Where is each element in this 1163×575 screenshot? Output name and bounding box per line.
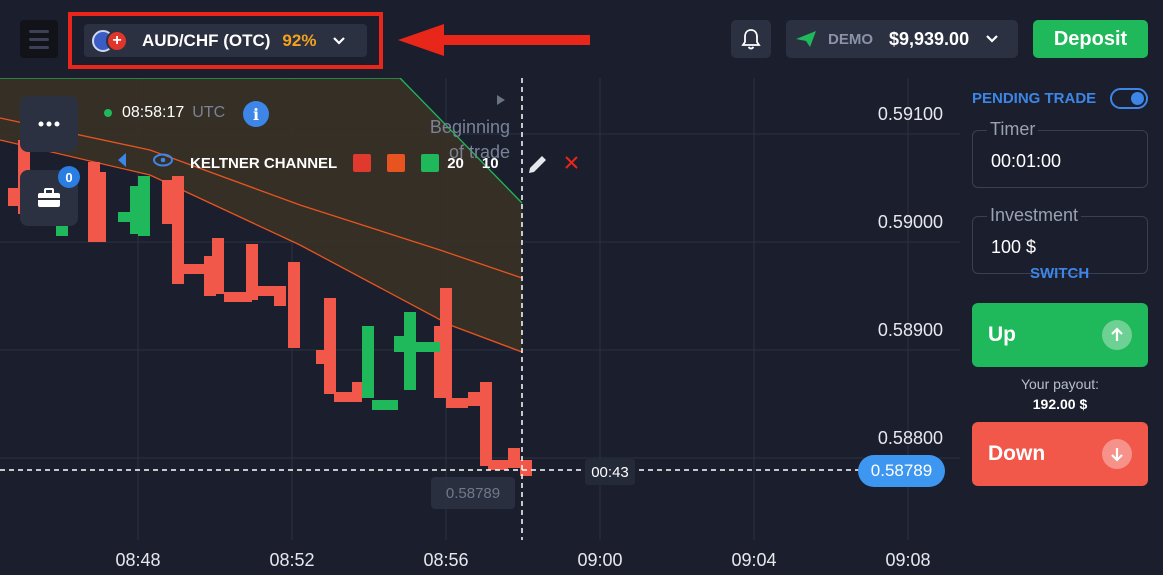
asset-payout-percent: 92% [282, 30, 317, 50]
candle [288, 262, 300, 348]
candle-link [118, 212, 140, 222]
indicator-name: KELTNER CHANNEL [190, 154, 338, 172]
time-label: 08:48 [115, 550, 161, 570]
indicator-multiplier: 10 [481, 154, 499, 172]
chevron-down-icon [986, 35, 998, 43]
candle-link [334, 392, 362, 402]
chf-flag-icon: + [106, 29, 128, 52]
pending-trade-label: PENDING TRADE [972, 90, 1097, 107]
bell-icon [741, 29, 761, 50]
asset-name: AUD/CHF (OTC) [142, 30, 271, 50]
investment-label: Investment [987, 205, 1082, 226]
time-label: 08:52 [269, 550, 315, 570]
server-clock: 08:58:17 UTC [104, 104, 225, 122]
color-swatch[interactable] [353, 154, 372, 172]
account-selector[interactable]: DEMO $9,939.00 [786, 20, 1018, 58]
investment-value: 100 $ [991, 237, 1037, 257]
timer-label: Timer [987, 119, 1039, 140]
candle [138, 176, 150, 236]
candle-link [224, 292, 252, 302]
price-label: 0.58900 [877, 320, 943, 340]
red-arrow-annotation-icon [398, 24, 590, 56]
time-label: 09:00 [577, 550, 623, 570]
candle [212, 238, 224, 294]
clock-timezone: UTC [192, 104, 226, 121]
chevron-down-icon [333, 36, 346, 45]
candle-link [180, 264, 210, 274]
color-swatch[interactable] [421, 154, 440, 172]
price-label: 0.59000 [877, 212, 943, 232]
arrow-up-icon [1102, 320, 1132, 350]
candle [468, 392, 480, 406]
account-type: DEMO [828, 30, 873, 48]
send-plane-icon [796, 31, 816, 47]
asset-selector[interactable]: + AUD/CHF (OTC) 92% [84, 24, 367, 57]
candle-link [488, 460, 508, 470]
candle [440, 288, 452, 398]
color-swatch[interactable] [387, 154, 406, 172]
up-label: Up [988, 323, 1016, 346]
notifications-button[interactable] [731, 20, 771, 58]
more-options-button[interactable] [20, 96, 78, 152]
clock-time: 08:58:17 [122, 104, 185, 121]
menu-bar [29, 45, 49, 49]
price-label: 0.59100 [877, 104, 943, 124]
menu-bar [29, 37, 49, 41]
candle [508, 448, 520, 468]
candle-link [446, 398, 468, 408]
price-label: 0.58800 [877, 428, 943, 448]
candle-link [254, 286, 284, 296]
candle-link [412, 342, 440, 352]
candle [94, 172, 106, 242]
briefcase-icon [38, 188, 60, 207]
account-balance: $9,939.00 [889, 28, 970, 49]
menu-bar [29, 29, 49, 33]
switch-button[interactable]: SWITCH [1030, 265, 1089, 282]
payout-value: 192.00 $ [1032, 396, 1088, 412]
candle [362, 326, 374, 398]
ellipsis-icon [38, 121, 60, 127]
deposit-button[interactable]: Deposit [1033, 20, 1148, 58]
pending-trade-toggle[interactable] [1110, 88, 1148, 109]
candle [480, 382, 492, 466]
down-button[interactable]: Down [972, 422, 1148, 486]
payout-label: Your payout: [1020, 376, 1100, 392]
candle [324, 298, 336, 394]
indicator-period: 20 [447, 154, 464, 172]
candle-link [372, 400, 398, 410]
open-price-tag: 0.58789 [431, 477, 515, 509]
up-button[interactable]: Up [972, 303, 1148, 367]
down-label: Down [988, 442, 1046, 465]
portfolio-count-badge: 0 [58, 166, 80, 188]
time-label: 09:04 [731, 550, 777, 570]
arrow-down-icon [1102, 439, 1132, 469]
timer-value: 00:01:00 [991, 151, 1062, 171]
live-dot [104, 109, 112, 117]
countdown-tag: 00:43 [585, 459, 635, 485]
menu-button[interactable] [20, 20, 58, 58]
info-icon[interactable]: i [243, 101, 269, 127]
timer-field[interactable]: Timer 00:01:00 [972, 119, 1148, 188]
indicator-legend: KELTNER CHANNEL 20 10 [112, 150, 499, 176]
current-price-tag: 0.58789 [858, 455, 945, 487]
asset-highlight-box: + AUD/CHF (OTC) 92% [68, 12, 383, 69]
time-label: 08:56 [423, 550, 469, 570]
time-label: 09:08 [885, 550, 931, 570]
